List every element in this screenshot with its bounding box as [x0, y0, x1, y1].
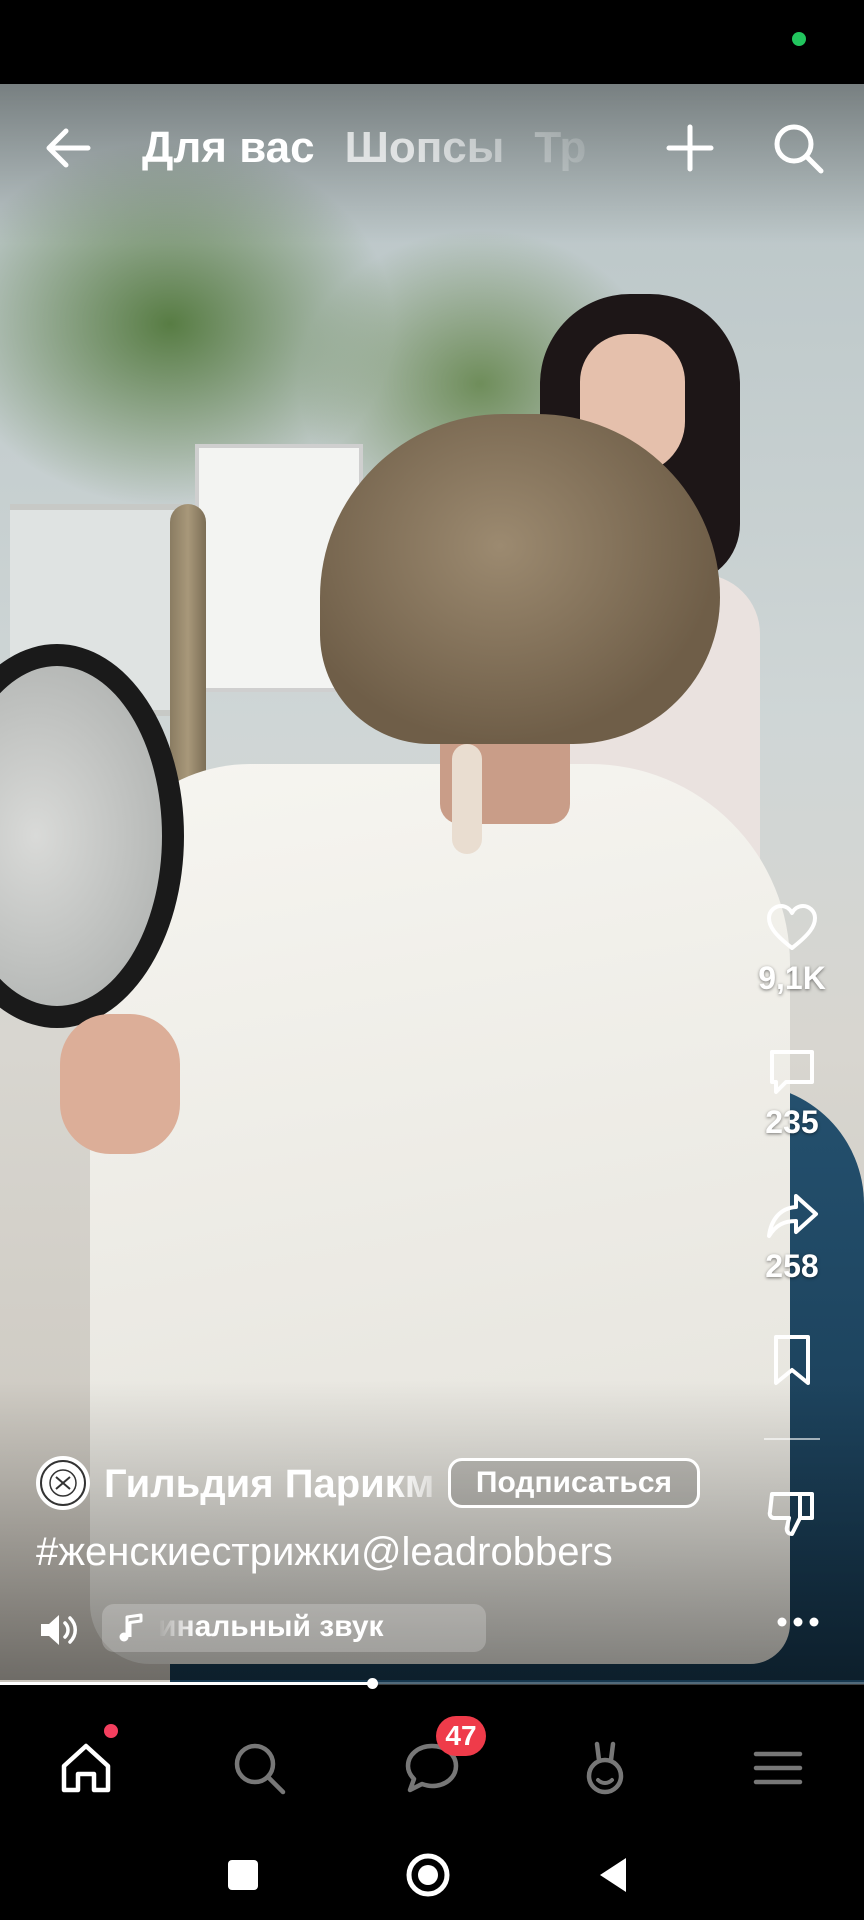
system-navigation-bar [0, 1830, 864, 1920]
back-button-icon[interactable] [588, 1850, 638, 1900]
author-name[interactable]: Гильдия Парикм [104, 1462, 464, 1512]
music-note-icon [119, 1613, 143, 1642]
video-client-hand [60, 1014, 180, 1154]
top-navigation: Для вас Шопсы Тр [0, 110, 864, 186]
comment-icon[interactable] [764, 1044, 820, 1100]
video-earring [452, 744, 482, 854]
search-icon[interactable] [768, 118, 828, 178]
like-action[interactable]: 9,1K [744, 900, 840, 997]
recents-icon[interactable] [218, 1850, 268, 1900]
nav-messages[interactable]: 47 [400, 1716, 486, 1800]
tab-trends[interactable]: Тр [534, 110, 586, 186]
post-hashtags[interactable]: #женскиестрижки@leadrobbers [36, 1530, 816, 1575]
video-progress-bar[interactable] [0, 1678, 864, 1689]
nav-home[interactable] [54, 1724, 118, 1800]
back-arrow-icon[interactable] [38, 118, 98, 178]
author-avatar[interactable] [36, 1456, 90, 1510]
nav-menu[interactable] [746, 1736, 810, 1800]
comment-action[interactable]: 235 [744, 1044, 840, 1141]
heart-icon[interactable] [764, 900, 820, 956]
video-progress-fill [0, 1682, 372, 1685]
tab-shops[interactable]: Шопсы [345, 110, 505, 186]
profile-icon [586, 1741, 624, 1795]
nav-profile[interactable] [573, 1736, 637, 1800]
search-icon [234, 1743, 286, 1795]
home-notification-dot [104, 1724, 118, 1738]
sound-row: инальный звук [36, 1604, 816, 1654]
video-client-hair [320, 414, 720, 744]
tab-for-you[interactable]: Для вас [142, 110, 315, 186]
volume-icon[interactable] [36, 1608, 80, 1652]
bookmark-icon[interactable] [764, 1332, 820, 1388]
more-icon[interactable] [768, 1604, 828, 1640]
bottom-navigation: 47 [0, 1700, 864, 1830]
like-count: 9,1K [758, 960, 826, 996]
bookmark-action[interactable] [744, 1332, 840, 1388]
feed-tabs: Для вас Шопсы Тр [142, 110, 632, 186]
share-count: 258 [765, 1248, 819, 1284]
nav-search[interactable] [227, 1736, 291, 1800]
comment-count: 235 [765, 1104, 819, 1140]
audio-track-pill[interactable]: инальный звук [102, 1604, 486, 1652]
audio-track-name: инальный звук [158, 1610, 384, 1643]
rail-divider [764, 1438, 820, 1440]
home-icon [61, 1743, 111, 1793]
guild-logo-icon [40, 1460, 86, 1506]
privacy-indicator-dot [792, 32, 806, 46]
home-button-icon[interactable] [403, 1850, 453, 1900]
messages-badge: 47 [436, 1716, 486, 1756]
video-progress-knob[interactable] [366, 1678, 378, 1689]
subscribe-button[interactable]: Подписаться [448, 1458, 700, 1508]
share-icon[interactable] [764, 1188, 820, 1244]
share-action[interactable]: 258 [744, 1188, 840, 1285]
status-bar [0, 0, 864, 84]
plus-icon[interactable] [660, 118, 720, 178]
menu-icon [753, 1751, 803, 1785]
author-row: Гильдия Парикм Подписаться [36, 1456, 736, 1516]
